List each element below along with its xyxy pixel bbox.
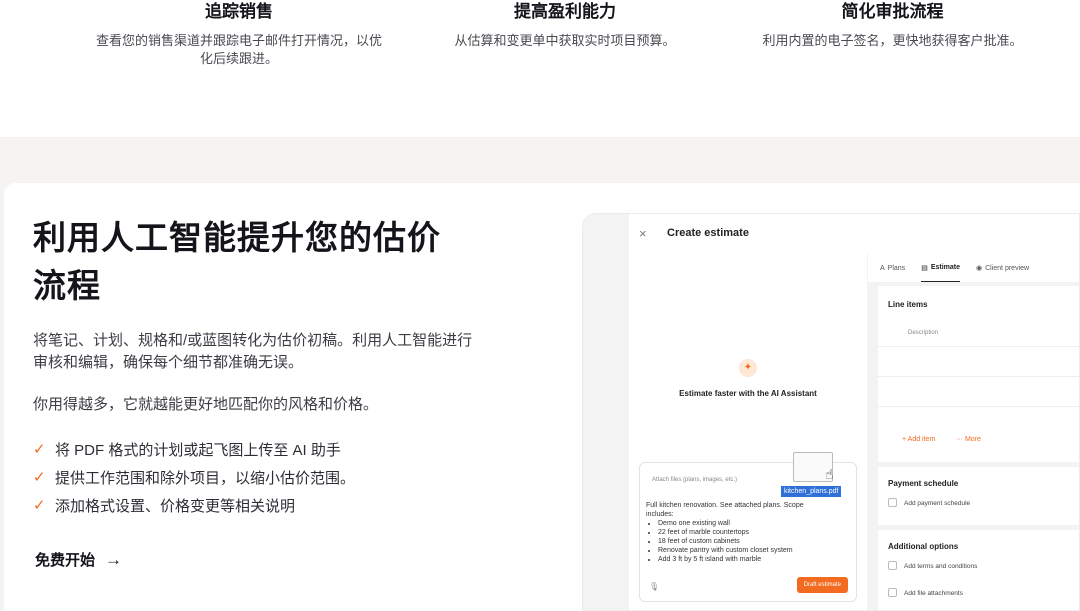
check-icon: ✓ <box>33 497 46 514</box>
prompt-box[interactable]: Attach files (plans, images, etc.) Full … <box>639 462 857 602</box>
attachments-checkbox[interactable] <box>888 588 897 597</box>
checklist-item: ✓ 添加格式设置、价格变更等相关说明 <box>33 497 296 515</box>
estimate-tabs: A Plans ▤ Estimate ◉ Client preview <box>868 254 1079 282</box>
payment-checkbox[interactable] <box>888 498 897 507</box>
feature-title: 追踪销售 <box>205 2 273 21</box>
check-icon: ✓ <box>33 469 46 486</box>
ai-assistant-title: Estimate faster with the AI Assistant <box>679 389 817 398</box>
check-icon: ✓ <box>33 441 46 458</box>
hero-description: 将笔记、计划、规格和/或蓝图转化为估价初稿。利用人工智能进行审核和编辑，确保每个… <box>33 332 473 371</box>
estimate-panel: A Plans ▤ Estimate ◉ Client preview Line it… <box>868 254 1079 610</box>
sparkle-icon: ✦ <box>739 359 757 377</box>
feature-profit: 提高盈利能力 从估算和变更单中获取实时项目预算。 <box>440 0 690 50</box>
file-name-label: kitchen_plans.pdf <box>781 486 842 497</box>
attach-files-label[interactable]: Attach files (plans, images, etc.) <box>652 477 737 483</box>
prompt-text: Full kitchen renovation. See attached pl… <box>646 501 826 564</box>
feature-text: 从估算和变更单中获取实时项目预算。 <box>454 33 676 48</box>
feature-checklist: ✓ 将 PDF 格式的计划或起飞图上传至 AI 助手 ✓ 提供工作范围和除外项目，以… <box>33 435 355 519</box>
draft-estimate-button[interactable]: Draft estimate <box>796 577 848 593</box>
feature-sales: 追踪销售 查看您的销售渠道并跟踪电子邮件打开情况，以优化后续跟进。 <box>94 0 384 68</box>
features-row: 追踪销售 查看您的销售渠道并跟踪电子邮件打开情况，以优化后续跟进。 提高盈利能力… <box>0 0 1080 137</box>
start-free-link[interactable]: 免费开始 → <box>35 549 122 570</box>
line-items-panel: Line items Description + Add item ··· Mo… <box>878 286 1079 462</box>
attachments-label: Add file attachments <box>904 590 963 597</box>
checklist-item: ✓ 将 PDF 格式的计划或起飞图上传至 AI 助手 <box>33 441 341 459</box>
line-items-title: Line items <box>888 300 928 309</box>
more-button[interactable]: ··· More <box>956 436 981 443</box>
description-column: Description <box>908 330 939 336</box>
hero-description-secondary: 你用得越多，它就越能更好地匹配你的风格和价格。 <box>33 396 379 413</box>
app-screenshot: × Create estimate ✦ Estimate faster with… <box>582 213 1080 611</box>
feature-title: 简化审批流程 <box>841 2 944 21</box>
feature-text: 查看您的销售渠道并跟踪电子邮件打开情况，以优化后续跟进。 <box>95 33 382 66</box>
tab-client-preview[interactable]: ◉ Client preview <box>976 254 1029 282</box>
payment-schedule-title: Payment schedule <box>888 479 959 488</box>
feature-title: 提高盈利能力 <box>514 2 616 21</box>
payment-schedule-panel: Payment schedule Add payment schedule <box>878 467 1079 525</box>
tab-plans[interactable]: A Plans <box>880 254 905 282</box>
tab-estimate[interactable]: ▤ Estimate <box>921 254 960 282</box>
terms-checkbox[interactable] <box>888 561 897 570</box>
microphone-icon[interactable]: 🎙 <box>649 582 659 591</box>
ai-assistant-panel: ✦ Estimate faster with the AI Assistant … <box>629 254 867 610</box>
payment-item-label: Add payment schedule <box>904 500 971 507</box>
add-item-button[interactable]: + Add item <box>902 436 935 443</box>
arrow-right-icon: → <box>105 549 123 569</box>
additional-options-panel: Additional options Add terms and conditi… <box>878 530 1079 610</box>
cursor-icon: ☝ <box>825 466 834 482</box>
close-icon[interactable]: × <box>639 226 647 241</box>
hero-headline: 利用人工智能提升您的估价流程 <box>33 219 441 304</box>
terms-label: Add terms and conditions <box>904 563 978 570</box>
checklist-item: ✓ 提供工作范围和除外项目，以缩小估价范围。 <box>33 469 356 487</box>
additional-options-title: Additional options <box>888 542 959 551</box>
feature-text: 利用内置的电子签名，更快地获得客户批准。 <box>762 33 1023 48</box>
feature-approval: 简化审批流程 利用内置的电子签名，更快地获得客户批准。 <box>745 0 1040 50</box>
app-title: Create estimate <box>667 227 749 239</box>
